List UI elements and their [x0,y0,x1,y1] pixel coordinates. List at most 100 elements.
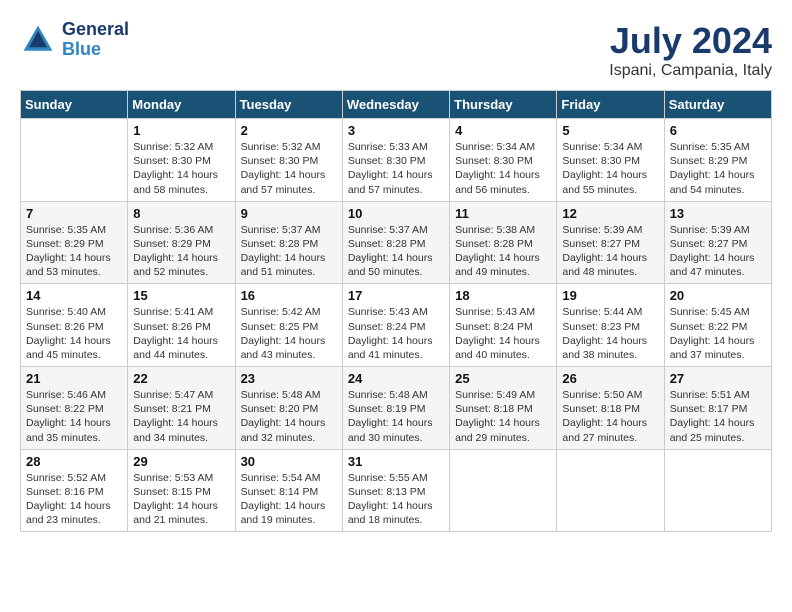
day-info: Sunrise: 5:44 AMSunset: 8:23 PMDaylight:… [562,305,658,362]
day-info: Sunrise: 5:42 AMSunset: 8:25 PMDaylight:… [241,305,337,362]
day-number: 18 [455,288,551,303]
day-info: Sunrise: 5:52 AMSunset: 8:16 PMDaylight:… [26,471,122,528]
calendar-cell: 6Sunrise: 5:35 AMSunset: 8:29 PMDaylight… [664,119,771,202]
day-info: Sunrise: 5:49 AMSunset: 8:18 PMDaylight:… [455,388,551,445]
calendar-cell: 5Sunrise: 5:34 AMSunset: 8:30 PMDaylight… [557,119,664,202]
calendar-cell [450,449,557,532]
calendar-cell: 27 Sunrise: 5:51 AMSunset: 8:17 PMDayligh… [664,367,771,450]
calendar-cell: 11 Sunrise: 5:38 AMSunset: 8:28 PMDayligh… [450,201,557,284]
col-header-friday: Friday [557,91,664,119]
day-info: Sunrise: 5:33 AMSunset: 8:30 PMDaylight:… [348,140,444,197]
day-number: 27 [670,371,766,386]
day-info: Sunrise: 5:51 AMSunset: 8:17 PMDaylight:… [670,388,766,445]
calendar-table: SundayMondayTuesdayWednesdayThursdayFrid… [20,90,772,532]
day-number: 13 [670,206,766,221]
day-info: Sunrise: 5:39 AMSunset: 8:27 PMDaylight:… [562,223,658,280]
calendar-cell [664,449,771,532]
calendar-cell: 19 Sunrise: 5:44 AMSunset: 8:23 PMDayligh… [557,284,664,367]
day-number: 9 [241,206,337,221]
day-info: Sunrise: 5:39 AMSunset: 8:27 PMDaylight:… [670,223,766,280]
day-number: 22 [133,371,229,386]
location: Ispani, Campania, Italy [609,62,772,80]
day-number: 4 [455,123,551,138]
day-number: 20 [670,288,766,303]
day-number: 5 [562,123,658,138]
calendar-cell: 4 Sunrise: 5:34 AMSunset: 8:30 PMDaylight… [450,119,557,202]
day-info: Sunrise: 5:43 AMSunset: 8:24 PMDaylight:… [455,305,551,362]
day-number: 24 [348,371,444,386]
col-header-monday: Monday [128,91,235,119]
day-info: Sunrise: 5:37 AMSunset: 8:28 PMDaylight:… [241,223,337,280]
day-number: 19 [562,288,658,303]
day-info: Sunrise: 5:47 AMSunset: 8:21 PMDaylight:… [133,388,229,445]
day-info: Sunrise: 5:48 AMSunset: 8:19 PMDaylight:… [348,388,444,445]
month-title: July 2024 [609,20,772,62]
col-header-thursday: Thursday [450,91,557,119]
day-number: 14 [26,288,122,303]
day-number: 30 [241,454,337,469]
calendar-cell: 22 Sunrise: 5:47 AMSunset: 8:21 PMDayligh… [128,367,235,450]
calendar-cell: 25Sunrise: 5:49 AMSunset: 8:18 PMDayligh… [450,367,557,450]
day-number: 8 [133,206,229,221]
calendar-cell: 8 Sunrise: 5:36 AMSunset: 8:29 PMDaylight… [128,201,235,284]
day-info: Sunrise: 5:32 AMSunset: 8:30 PMDaylight:… [241,140,337,197]
calendar-cell: 12 Sunrise: 5:39 AMSunset: 8:27 PMDayligh… [557,201,664,284]
calendar-cell: 16 Sunrise: 5:42 AMSunset: 8:25 PMDayligh… [235,284,342,367]
calendar-cell: 13 Sunrise: 5:39 AMSunset: 8:27 PMDayligh… [664,201,771,284]
calendar-cell: 10 Sunrise: 5:37 AMSunset: 8:28 PMDayligh… [342,201,449,284]
calendar-cell: 17 Sunrise: 5:43 AMSunset: 8:24 PMDayligh… [342,284,449,367]
day-number: 1 [133,123,229,138]
day-info: Sunrise: 5:37 AMSunset: 8:28 PMDaylight:… [348,223,444,280]
calendar-cell: 21 Sunrise: 5:46 AMSunset: 8:22 PMDayligh… [21,367,128,450]
day-info: Sunrise: 5:34 AMSunset: 8:30 PMDaylight:… [455,140,551,197]
calendar-cell: 28Sunrise: 5:52 AMSunset: 8:16 PMDayligh… [21,449,128,532]
day-info: Sunrise: 5:40 AMSunset: 8:26 PMDaylight:… [26,305,122,362]
day-number: 10 [348,206,444,221]
calendar-cell [557,449,664,532]
day-number: 12 [562,206,658,221]
calendar-cell: 24 Sunrise: 5:48 AMSunset: 8:19 PMDayligh… [342,367,449,450]
day-info: Sunrise: 5:50 AMSunset: 8:18 PMDaylight:… [562,388,658,445]
col-header-tuesday: Tuesday [235,91,342,119]
day-info: Sunrise: 5:35 AMSunset: 8:29 PMDaylight:… [26,223,122,280]
day-number: 16 [241,288,337,303]
day-number: 2 [241,123,337,138]
calendar-cell [21,119,128,202]
col-header-wednesday: Wednesday [342,91,449,119]
day-number: 29 [133,454,229,469]
day-info: Sunrise: 5:46 AMSunset: 8:22 PMDaylight:… [26,388,122,445]
day-info: Sunrise: 5:32 AMSunset: 8:30 PMDaylight:… [133,140,229,197]
calendar-cell: 31 Sunrise: 5:55 AMSunset: 8:13 PMDayligh… [342,449,449,532]
calendar-cell: 20 Sunrise: 5:45 AMSunset: 8:22 PMDayligh… [664,284,771,367]
calendar-cell: 14 Sunrise: 5:40 AMSunset: 8:26 PMDayligh… [21,284,128,367]
day-number: 17 [348,288,444,303]
day-number: 11 [455,206,551,221]
logo: General Blue [20,20,129,60]
day-info: Sunrise: 5:54 AMSunset: 8:14 PMDaylight:… [241,471,337,528]
day-number: 15 [133,288,229,303]
calendar-cell: 3 Sunrise: 5:33 AMSunset: 8:30 PMDaylight… [342,119,449,202]
day-number: 7 [26,206,122,221]
calendar-cell: 18 Sunrise: 5:43 AMSunset: 8:24 PMDayligh… [450,284,557,367]
day-number: 23 [241,371,337,386]
day-number: 3 [348,123,444,138]
day-info: Sunrise: 5:36 AMSunset: 8:29 PMDaylight:… [133,223,229,280]
day-number: 6 [670,123,766,138]
col-header-sunday: Sunday [21,91,128,119]
day-info: Sunrise: 5:55 AMSunset: 8:13 PMDaylight:… [348,471,444,528]
calendar-cell: 7 Sunrise: 5:35 AMSunset: 8:29 PMDaylight… [21,201,128,284]
day-info: Sunrise: 5:43 AMSunset: 8:24 PMDaylight:… [348,305,444,362]
day-info: Sunrise: 5:45 AMSunset: 8:22 PMDaylight:… [670,305,766,362]
calendar-cell: 23Sunrise: 5:48 AMSunset: 8:20 PMDayligh… [235,367,342,450]
logo-icon [20,22,56,58]
day-number: 26 [562,371,658,386]
day-info: Sunrise: 5:53 AMSunset: 8:15 PMDaylight:… [133,471,229,528]
calendar-cell: 30 Sunrise: 5:54 AMSunset: 8:14 PMDayligh… [235,449,342,532]
calendar-cell: 9 Sunrise: 5:37 AMSunset: 8:28 PMDaylight… [235,201,342,284]
day-info: Sunrise: 5:38 AMSunset: 8:28 PMDaylight:… [455,223,551,280]
title-block: July 2024 Ispani, Campania, Italy [609,20,772,80]
day-number: 21 [26,371,122,386]
calendar-cell: 15Sunrise: 5:41 AMSunset: 8:26 PMDayligh… [128,284,235,367]
day-number: 31 [348,454,444,469]
calendar-cell: 1 Sunrise: 5:32 AMSunset: 8:30 PMDaylight… [128,119,235,202]
